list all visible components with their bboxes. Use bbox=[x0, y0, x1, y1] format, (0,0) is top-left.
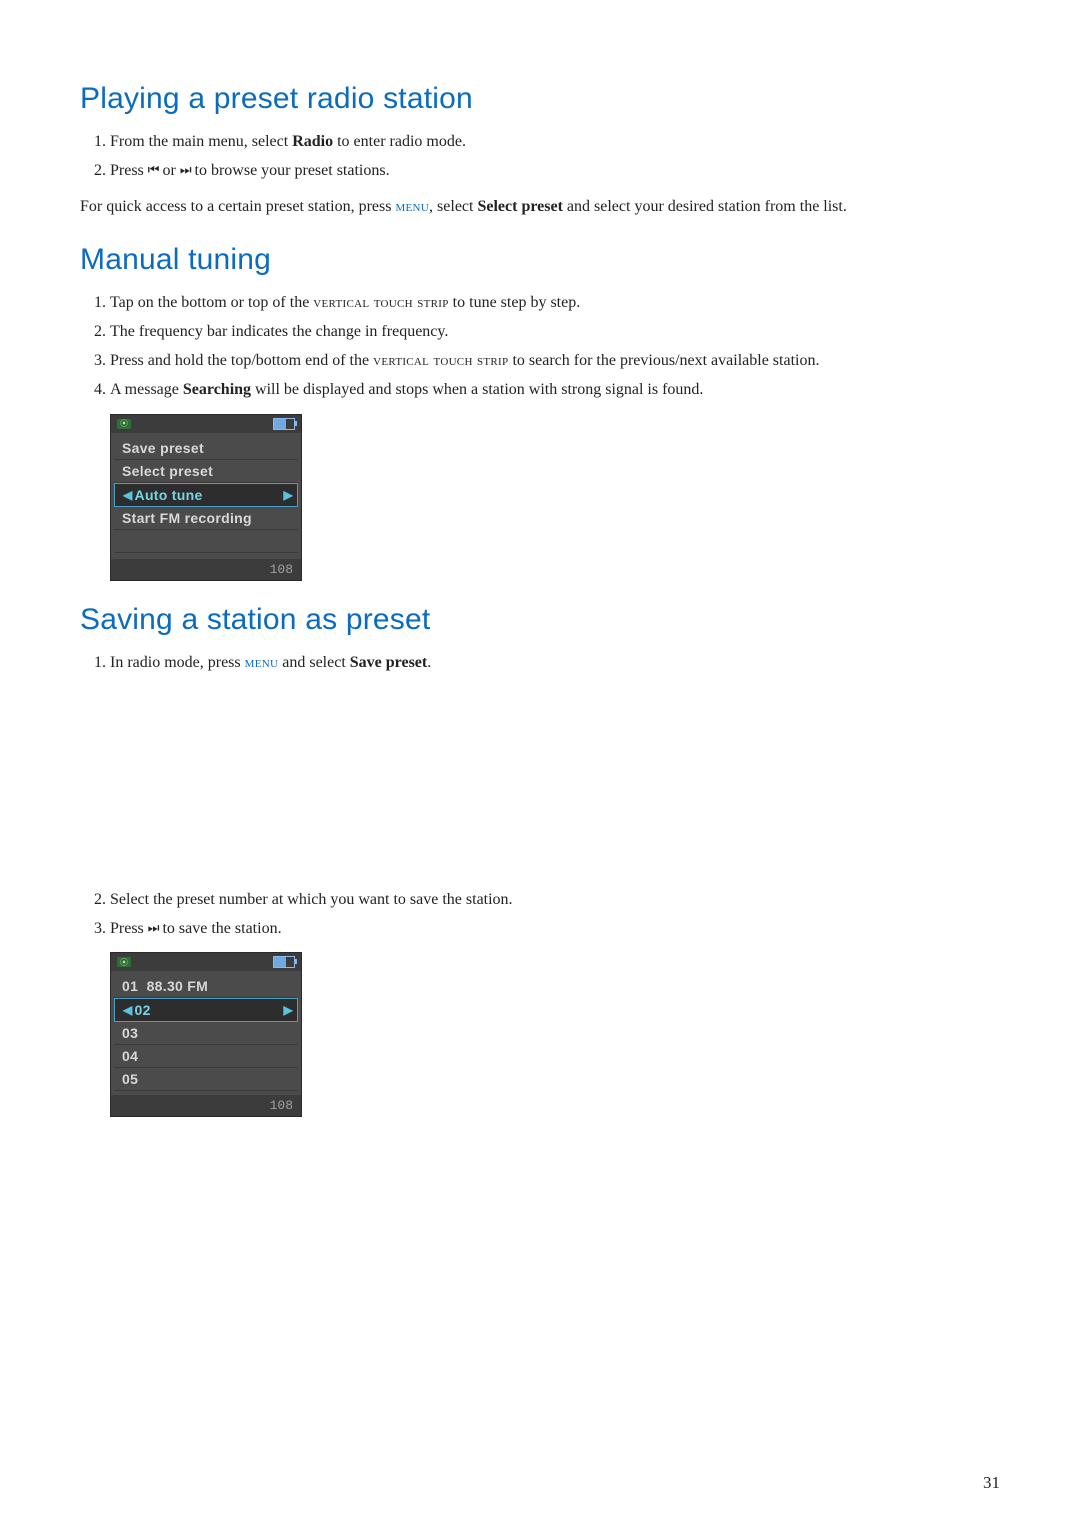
status-icon: ⦿ bbox=[117, 419, 131, 429]
preset-num: 01 bbox=[122, 978, 138, 994]
text: From the main menu, select bbox=[110, 133, 292, 150]
device-status-bar: ⦿ bbox=[111, 953, 301, 971]
manual-step-1: Tap on the bottom or top of the vertical… bbox=[110, 289, 1000, 316]
manual-step-2: The frequency bar indicates the change i… bbox=[110, 318, 1000, 345]
saving-steps-list-cont: Select the preset number at which you wa… bbox=[80, 886, 1000, 942]
page-number: 31 bbox=[983, 1473, 1000, 1493]
playing-step-2: Press ⏮ or ⏭ to browse your preset stati… bbox=[110, 157, 1000, 184]
manual-steps-list: Tap on the bottom or top of the vertical… bbox=[80, 289, 1000, 404]
text: . bbox=[427, 654, 431, 671]
menu-label: menu bbox=[245, 654, 279, 671]
battery-icon bbox=[273, 418, 295, 430]
saving-step-1: In radio mode, press menu and select Sav… bbox=[110, 649, 1000, 676]
saving-steps-list: In radio mode, press menu and select Sav… bbox=[80, 649, 1000, 676]
text: Tap on the bottom or top of the bbox=[110, 294, 313, 311]
chevron-left-icon: ◀ bbox=[123, 1003, 133, 1017]
device-row: Select preset bbox=[114, 460, 298, 483]
text-smallcaps: vertical touch strip bbox=[313, 294, 448, 311]
menu-label: menu bbox=[395, 198, 429, 215]
playing-note: For quick access to a certain preset sta… bbox=[80, 194, 1000, 220]
text: or bbox=[158, 162, 179, 179]
text: to tune step by step. bbox=[449, 294, 581, 311]
device-footer-freq: 108 bbox=[111, 559, 301, 580]
device-row-label: Auto tune bbox=[133, 487, 284, 503]
device-footer-freq: 108 bbox=[111, 1095, 301, 1116]
text: to enter radio mode. bbox=[333, 133, 466, 150]
text: For quick access to a certain preset sta… bbox=[80, 198, 395, 215]
text: and select bbox=[278, 654, 350, 671]
device-row: 05 bbox=[114, 1068, 298, 1091]
text-bold: Searching bbox=[183, 381, 251, 398]
text: Press bbox=[110, 162, 148, 179]
spacer bbox=[80, 686, 1000, 886]
device-screenshot-menu: ⦿ Save preset Select preset ◀ Auto tune … bbox=[110, 414, 302, 581]
heading-manual-tuning: Manual tuning bbox=[80, 243, 1000, 277]
playing-steps-list: From the main menu, select Radio to ente… bbox=[80, 128, 1000, 184]
battery-icon bbox=[273, 956, 295, 968]
text: A message bbox=[110, 381, 183, 398]
device-row-selected: ◀ 02 ▶ bbox=[114, 998, 298, 1022]
text: , select bbox=[429, 198, 477, 215]
saving-step-2: Select the preset number at which you wa… bbox=[110, 886, 1000, 913]
chevron-right-icon: ▶ bbox=[283, 1003, 293, 1017]
next-track-icon: ⏭ bbox=[180, 162, 191, 177]
text: Press and hold the top/bottom end of the bbox=[110, 352, 373, 369]
text-smallcaps: vertical touch strip bbox=[373, 352, 508, 369]
chevron-left-icon: ◀ bbox=[123, 488, 133, 502]
device-row: 03 bbox=[114, 1022, 298, 1045]
text-bold: Select preset bbox=[477, 198, 562, 215]
device-row-empty bbox=[114, 530, 298, 553]
text: Press bbox=[110, 920, 148, 937]
device-row: 01 88.30 FM bbox=[114, 975, 298, 998]
device-list: 01 88.30 FM ◀ 02 ▶ 03 04 05 bbox=[111, 971, 301, 1095]
playing-step-1: From the main menu, select Radio to ente… bbox=[110, 128, 1000, 155]
device-row-selected: ◀ Auto tune ▶ bbox=[114, 483, 298, 507]
text-bold: Save preset bbox=[350, 654, 427, 671]
preset-freq: 88.30 FM bbox=[147, 978, 209, 994]
device-row: Save preset bbox=[114, 437, 298, 460]
status-icon: ⦿ bbox=[117, 957, 131, 967]
chevron-right-icon: ▶ bbox=[283, 488, 293, 502]
heading-playing-preset: Playing a preset radio station bbox=[80, 82, 1000, 116]
prev-track-icon: ⏮ bbox=[148, 162, 159, 177]
preset-num: 02 bbox=[133, 1002, 284, 1018]
device-row: Start FM recording bbox=[114, 507, 298, 530]
device-row: 04 bbox=[114, 1045, 298, 1068]
text: to save the station. bbox=[158, 920, 281, 937]
device-list: Save preset Select preset ◀ Auto tune ▶ … bbox=[111, 433, 301, 559]
text: to browse your preset stations. bbox=[191, 162, 390, 179]
manual-step-3: Press and hold the top/bottom end of the… bbox=[110, 347, 1000, 374]
manual-step-4: A message Searching will be displayed an… bbox=[110, 376, 1000, 403]
text-bold: Radio bbox=[292, 133, 333, 150]
next-track-icon: ⏭ bbox=[148, 920, 159, 935]
text: In radio mode, press bbox=[110, 654, 245, 671]
device-status-bar: ⦿ bbox=[111, 415, 301, 433]
saving-step-3: Press ⏭ to save the station. bbox=[110, 915, 1000, 942]
text: will be displayed and stops when a stati… bbox=[251, 381, 703, 398]
heading-saving-preset: Saving a station as preset bbox=[80, 603, 1000, 637]
text: to search for the previous/next availabl… bbox=[508, 352, 819, 369]
device-screenshot-presets: ⦿ 01 88.30 FM ◀ 02 ▶ 03 04 05 108 bbox=[110, 952, 302, 1117]
text: and select your desired station from the… bbox=[563, 198, 847, 215]
